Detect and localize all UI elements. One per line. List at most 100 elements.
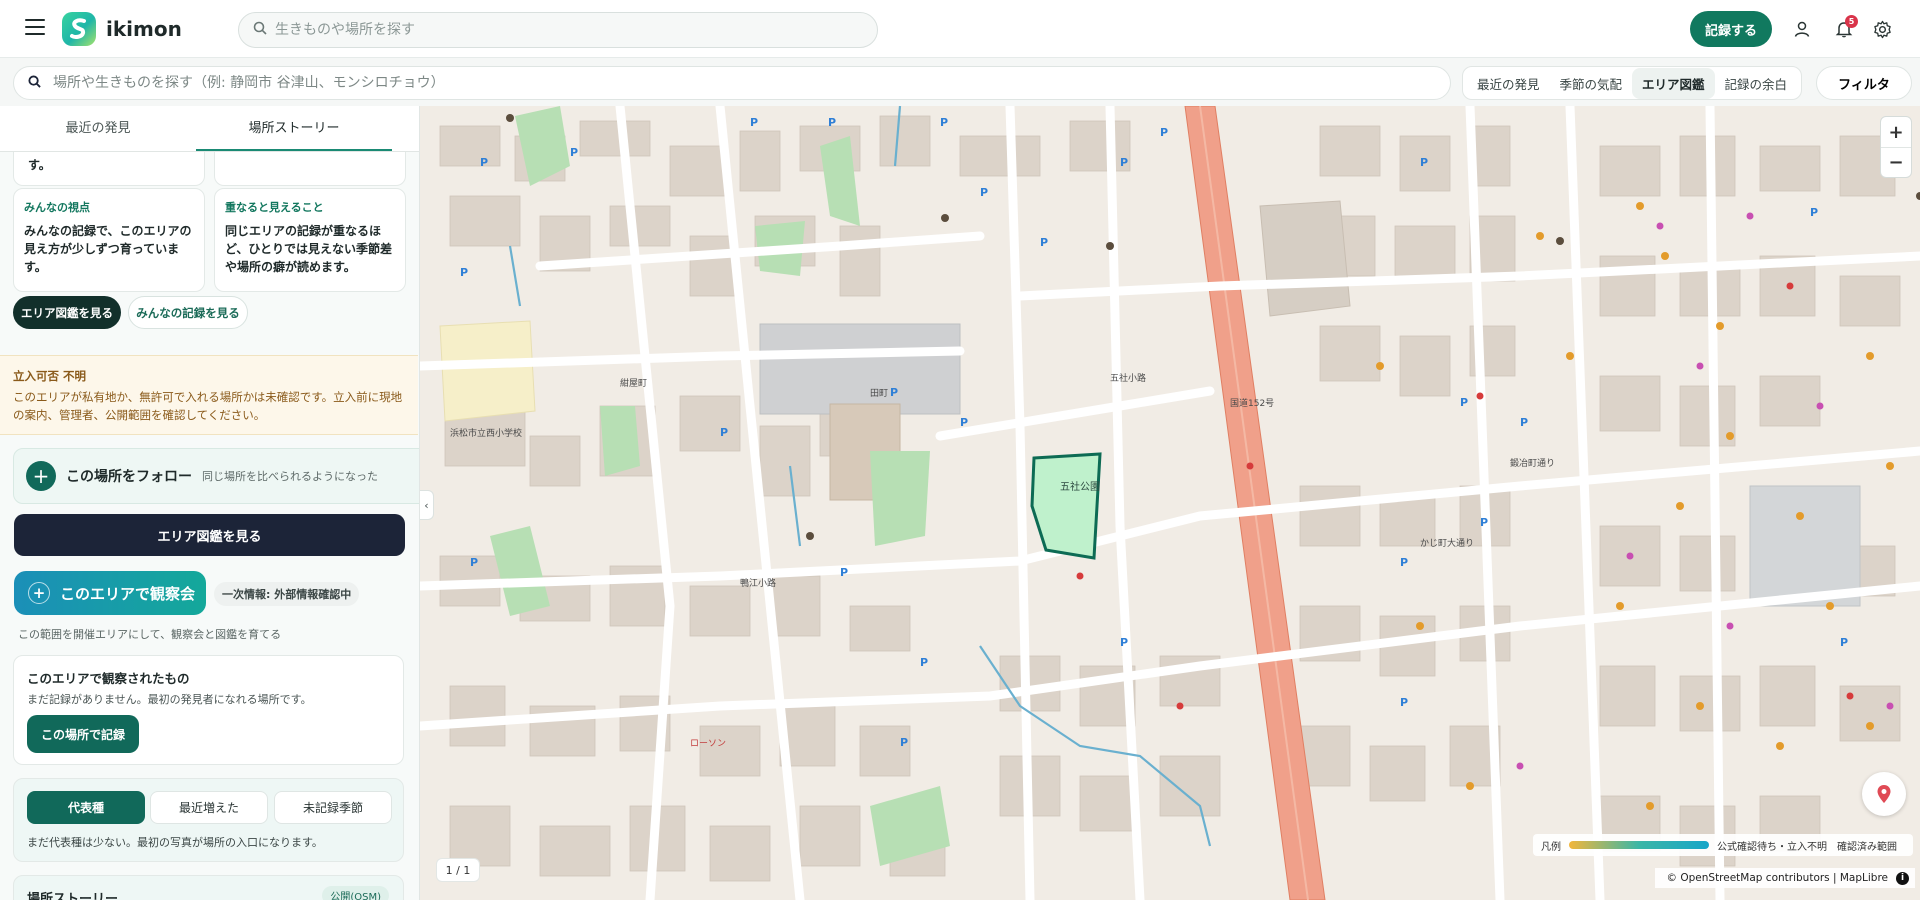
street-label-kajimachi: かじ町大通り <box>1420 537 1474 549</box>
access-warning: 立入可否 不明 このエリアが私有地か、無許可で入れる場所かは未確認です。立入前に… <box>0 355 418 435</box>
svg-text:P: P <box>840 566 848 579</box>
svg-text:P: P <box>1840 636 1848 649</box>
legend-status: 公式確認待ち・立入不明 <box>1717 841 1827 853</box>
bell-icon[interactable]: 5 <box>1830 15 1858 43</box>
tab-representative-species[interactable]: 代表種 <box>27 791 145 824</box>
story-card-fragment-text: す。 <box>28 158 51 172</box>
park-label: 五社公園 <box>1060 480 1100 493</box>
plus-icon: + <box>28 582 50 604</box>
brand-name[interactable]: ikimon <box>106 17 182 41</box>
observation-note: この範囲を開催エリアにして、観察会と図鑑を育てる <box>18 628 282 641</box>
sidebar-tabs: 最近の発見 場所ストーリー <box>0 106 419 152</box>
school-label: 浜松市立西小学校 <box>450 427 522 439</box>
insight-card-label: みんなの視点 <box>24 201 90 214</box>
street-label-goshakoji: 五社小路 <box>1110 372 1146 384</box>
filter-button[interactable]: フィルタ <box>1816 66 1912 100</box>
place-story-title: 場所ストーリー <box>27 892 119 900</box>
svg-text:P: P <box>570 146 578 159</box>
street-label-tamachi: 田町 <box>870 388 888 399</box>
svg-text:P: P <box>750 116 758 129</box>
legend-label: 凡例 <box>1541 841 1561 853</box>
follow-place-card[interactable]: + この場所をフォロー 同じ場所を比べられるようになった <box>13 448 419 504</box>
record-button[interactable]: 記録する <box>1690 11 1772 47</box>
place-search-field[interactable] <box>13 66 1451 100</box>
svg-text:P: P <box>920 656 928 669</box>
follow-title: この場所をフォロー <box>66 469 192 485</box>
segment-recent-finds[interactable]: 最近の発見 <box>1467 68 1550 99</box>
svg-text:P: P <box>1420 156 1428 169</box>
menu-icon[interactable] <box>25 19 45 35</box>
poi-label-lawson: ローソン <box>690 739 726 749</box>
observed-title: このエリアで観察されたもの <box>27 671 190 686</box>
legend-gradient <box>1569 841 1709 849</box>
segment-seasonal[interactable]: 季節の気配 <box>1550 68 1633 99</box>
tab-recent-finds[interactable]: 最近の発見 <box>0 106 196 151</box>
map-attribution: © OpenStreetMap contributors | MapLibre … <box>1655 868 1915 888</box>
info-icon[interactable]: i <box>1896 871 1909 885</box>
svg-text:P: P <box>460 266 468 279</box>
source-info-chip: 一次情報: 外部情報確認中 <box>214 582 360 606</box>
insight-card-label: 重なると見えること <box>225 201 324 214</box>
record-here-button[interactable]: この場所で記録 <box>27 715 139 753</box>
svg-text:P: P <box>890 386 898 399</box>
plus-icon[interactable]: + <box>26 461 56 491</box>
global-search-bar[interactable] <box>238 12 878 48</box>
location-pin-icon[interactable] <box>1862 772 1906 816</box>
area-book-button[interactable]: エリア図鑑を見る <box>13 296 121 329</box>
ikimon-logo-icon[interactable] <box>62 12 96 46</box>
tab-unrecorded-season[interactable]: 未記録季節 <box>274 791 392 824</box>
top-header: ikimon 記録する 5 <box>0 0 1920 58</box>
svg-text:P: P <box>960 416 968 429</box>
warning-title: 立入可否 不明 <box>13 369 87 383</box>
zoom-in-button[interactable]: + <box>1881 117 1911 147</box>
gear-icon[interactable] <box>1868 15 1896 43</box>
svg-text:P: P <box>1520 416 1528 429</box>
notification-badge: 5 <box>1845 15 1858 28</box>
svg-text:P: P <box>828 116 836 129</box>
follow-subtitle: 同じ場所を比べられるようになった <box>202 470 378 483</box>
route-label: 国道152号 <box>1230 397 1274 409</box>
tab-recently-increased[interactable]: 最近増えた <box>150 791 268 824</box>
observation-event-label: このエリアで観察会 <box>60 584 196 603</box>
segment-area-book[interactable]: エリア図鑑 <box>1632 67 1715 99</box>
search-icon <box>253 21 267 39</box>
segment-record-gaps[interactable]: 記録の余白 <box>1715 68 1798 99</box>
species-tabs-note: まだ代表種は少ない。最初の写真が場所の入口になります。 <box>27 836 323 849</box>
global-search-input[interactable] <box>275 22 835 38</box>
user-icon[interactable] <box>1788 15 1816 43</box>
observation-event-button[interactable]: + このエリアで観察会 <box>14 571 206 615</box>
insight-card-text: 同じエリアの記録が重なるほど、ひとりでは見えない季節差や場所の癖が読めます。 <box>225 224 393 274</box>
search-icon <box>28 74 41 92</box>
area-book-big-button[interactable]: エリア図鑑を見る <box>14 514 405 556</box>
svg-text:P: P <box>470 556 478 569</box>
sidebar-collapse-chevron-icon[interactable]: ‹ <box>420 490 434 520</box>
story-badge: 公開(OSM) <box>322 886 389 900</box>
svg-text:P: P <box>1120 156 1128 169</box>
warning-text: このエリアが私有地か、無許可で入れる場所かは未確認です。立入前に現地の案内、管理… <box>13 390 403 422</box>
svg-text:P: P <box>720 426 728 439</box>
sidebar-panel: 最近の発見 場所ストーリー す。 みんなの視点 みんなの記録で、このエリアの見え… <box>0 106 420 900</box>
area-label-konyamachi: 紺屋町 <box>620 377 647 389</box>
svg-text:P: P <box>1810 206 1818 219</box>
legend-confirmed: 確認済み範囲 <box>1837 841 1897 853</box>
svg-text:P: P <box>1120 636 1128 649</box>
zoom-out-button[interactable]: − <box>1881 147 1911 177</box>
svg-text:P: P <box>1460 396 1468 409</box>
tab-place-story[interactable]: 場所ストーリー <box>196 106 392 151</box>
svg-text:P: P <box>940 116 948 129</box>
story-card-fragment-2 <box>214 152 406 186</box>
insight-card-community: みんなの視点 みんなの記録で、このエリアの見え方が少しずつ育っています。 <box>13 188 205 292</box>
svg-text:P: P <box>1400 556 1408 569</box>
place-search-input[interactable] <box>53 75 1433 91</box>
map-canvas[interactable]: 五社公園 PPPP PPPP PPPP PPPP PPPP PPPP PP 五社… <box>420 106 1920 900</box>
zoom-controls: + − <box>1880 116 1912 178</box>
attribution-text[interactable]: © OpenStreetMap contributors | MapLibre <box>1667 872 1888 884</box>
all-records-button[interactable]: みんなの記録を見る <box>128 296 248 329</box>
svg-text:P: P <box>1040 236 1048 249</box>
story-card-fragment: す。 <box>13 152 205 186</box>
view-mode-segment: 最近の発見 季節の気配 エリア図鑑 記録の余白 <box>1462 66 1803 100</box>
insight-card-text: みんなの記録で、このエリアの見え方が少しずつ育っています。 <box>24 224 192 274</box>
map-legend: 凡例 公式確認待ち・立入不明 確認済み範囲 <box>1533 834 1913 856</box>
page-indicator: 1 / 1 <box>436 858 480 882</box>
svg-text:P: P <box>900 736 908 749</box>
